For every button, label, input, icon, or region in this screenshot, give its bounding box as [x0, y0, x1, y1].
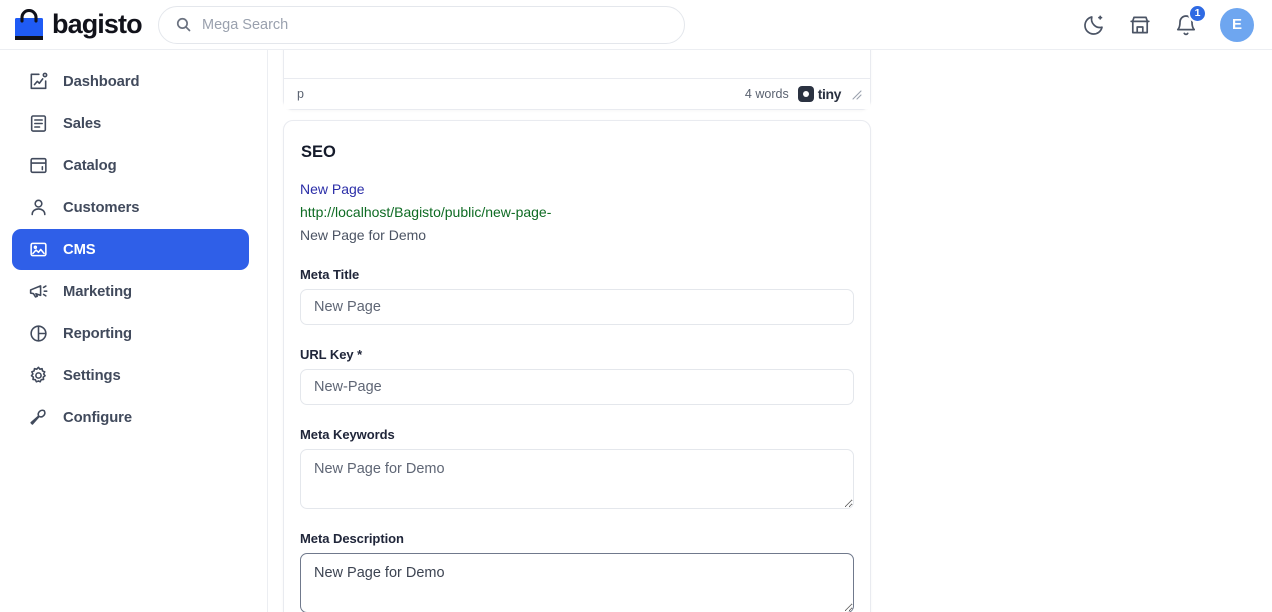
- sidebar-item-label: Configure: [63, 410, 132, 426]
- sidebar-item-settings[interactable]: Settings: [12, 355, 249, 396]
- gear-icon: [28, 365, 49, 386]
- sidebar-item-label: Catalog: [63, 158, 117, 174]
- sidebar-item-label: Reporting: [63, 326, 132, 342]
- sidebar-item-label: Marketing: [63, 284, 132, 300]
- catalog-window-icon: [28, 155, 49, 176]
- content-editor-card: p 4 words tiny: [283, 50, 871, 110]
- megaphone-icon: [28, 281, 49, 302]
- sidebar-item-label: Dashboard: [63, 74, 139, 90]
- seo-preview-url: http://localhost/Bagisto/public/new-page…: [300, 203, 854, 222]
- user-icon: [28, 197, 49, 218]
- notifications-button[interactable]: 1: [1174, 13, 1198, 37]
- url-key-label: URL Key *: [300, 347, 854, 362]
- editor-status-right: 4 words tiny: [745, 86, 862, 102]
- meta-description-label: Meta Description: [300, 531, 854, 546]
- main-sidebar: Dashboard Sales Catalog Customers CMS: [0, 50, 268, 612]
- main-content: p 4 words tiny SEO New Page http://local…: [268, 50, 1272, 612]
- resize-grip-icon[interactable]: [850, 88, 862, 100]
- avatar[interactable]: E: [1220, 8, 1254, 42]
- notification-badge: 1: [1188, 4, 1207, 23]
- tinymce-branding-link[interactable]: tiny: [798, 86, 841, 102]
- url-key-input[interactable]: [300, 369, 854, 405]
- sidebar-item-customers[interactable]: Customers: [12, 187, 249, 228]
- meta-title-label: Meta Title: [300, 267, 854, 282]
- search-icon: [175, 16, 192, 33]
- header-actions: 1 E: [1082, 8, 1272, 42]
- search-bar[interactable]: [158, 6, 685, 44]
- sidebar-item-reporting[interactable]: Reporting: [12, 313, 249, 354]
- sidebar-item-marketing[interactable]: Marketing: [12, 271, 249, 312]
- editor-element-path[interactable]: p: [297, 87, 304, 101]
- editor-status-bar: p 4 words tiny: [284, 78, 870, 109]
- field-url-key: URL Key *: [300, 347, 854, 405]
- seo-preview-title: New Page: [300, 180, 854, 199]
- tinymce-logo-icon: [798, 86, 814, 102]
- document-lines-icon: [28, 113, 49, 134]
- dashboard-chart-icon: [28, 71, 49, 92]
- app-header: bagisto 1 E: [0, 0, 1272, 50]
- sidebar-item-label: CMS: [63, 242, 96, 258]
- shopping-bag-icon: [14, 9, 44, 41]
- sidebar-item-catalog[interactable]: Catalog: [12, 145, 249, 186]
- field-meta-title: Meta Title: [300, 267, 854, 325]
- brand-logo-link[interactable]: bagisto: [0, 0, 155, 50]
- meta-title-input[interactable]: [300, 289, 854, 325]
- meta-keywords-label: Meta Keywords: [300, 427, 854, 442]
- sidebar-item-cms[interactable]: CMS: [12, 229, 249, 270]
- wrench-icon: [28, 407, 49, 428]
- search-input[interactable]: [202, 17, 668, 33]
- seo-card: SEO New Page http://localhost/Bagisto/pu…: [283, 120, 871, 612]
- sidebar-item-configure[interactable]: Configure: [12, 397, 249, 438]
- tinymce-branding-label: tiny: [818, 86, 841, 102]
- seo-preview-description: New Page for Demo: [300, 226, 854, 245]
- editor-word-count[interactable]: 4 words: [745, 87, 789, 101]
- field-meta-keywords: Meta Keywords New Page for Demo: [300, 427, 854, 509]
- moon-icon[interactable]: [1082, 13, 1106, 37]
- pie-chart-icon: [28, 323, 49, 344]
- sidebar-item-label: Sales: [63, 116, 101, 132]
- field-meta-description: Meta Description New Page for Demo: [300, 531, 854, 612]
- sidebar-item-sales[interactable]: Sales: [12, 103, 249, 144]
- store-icon[interactable]: [1128, 13, 1152, 37]
- brand-name: bagisto: [52, 11, 142, 38]
- meta-keywords-textarea[interactable]: New Page for Demo: [300, 449, 854, 509]
- meta-description-textarea[interactable]: New Page for Demo: [300, 553, 854, 612]
- page-title: SEO: [301, 143, 854, 162]
- image-icon: [28, 239, 49, 260]
- seo-serp-preview: New Page http://localhost/Bagisto/public…: [300, 180, 854, 245]
- sidebar-item-label: Customers: [63, 200, 139, 216]
- sidebar-item-label: Settings: [63, 368, 121, 384]
- sidebar-item-dashboard[interactable]: Dashboard: [12, 61, 249, 102]
